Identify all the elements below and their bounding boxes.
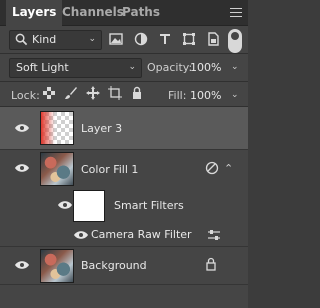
divider <box>0 81 248 82</box>
smart-object-filter-icon[interactable] <box>206 32 220 46</box>
shape-layer-filter-icon[interactable] <box>182 32 196 46</box>
lock-transparent-pixels-icon[interactable] <box>43 87 55 99</box>
visibility-eye-icon[interactable] <box>15 123 29 133</box>
opacity-label: Opacity: <box>147 61 193 74</box>
visibility-eye-icon[interactable] <box>15 163 29 173</box>
filter-kind-label: Kind <box>32 33 57 46</box>
layer-thumbnail <box>40 111 74 145</box>
layer-thumbnail <box>40 249 74 283</box>
lock-label: Lock: <box>11 89 40 102</box>
layer-name[interactable]: Layer 3 <box>81 122 122 135</box>
lock-position-move-icon[interactable] <box>86 86 100 100</box>
blend-mode-dropdown[interactable]: Soft Light ⌄ <box>9 58 142 78</box>
fill-input[interactable]: 100% <box>190 89 221 102</box>
divider <box>0 53 248 54</box>
layer-row-layer-3[interactable]: Layer 3 <box>0 107 248 149</box>
tab-paths[interactable]: Paths <box>122 0 160 25</box>
layers-panel: Layers Channels Paths Kind ⌄ Soft Light … <box>0 0 248 308</box>
filter-toggle-switch[interactable] <box>228 29 242 53</box>
layer-name[interactable]: Background <box>81 259 147 272</box>
pixel-layer-filter-icon[interactable] <box>109 32 123 46</box>
layer-name[interactable]: Color Fill 1 <box>81 163 138 176</box>
visibility-eye-icon[interactable] <box>74 230 88 240</box>
lock-artboard-icon[interactable] <box>108 86 122 100</box>
blend-mode-value: Soft Light <box>16 61 69 74</box>
lock-icon <box>206 257 216 271</box>
filter-kind-dropdown[interactable]: Kind ⌄ <box>9 30 102 50</box>
fill-label: Fill: <box>168 89 187 102</box>
smart-filter-mask-thumbnail <box>73 190 105 222</box>
smart-filters-row[interactable]: Smart Filters <box>0 187 248 224</box>
panel-tab-bar: Layers Channels Paths <box>0 0 248 26</box>
filter-row-camera-raw[interactable]: Camera Raw Filter <box>0 224 248 246</box>
opacity-chevron-icon[interactable]: ⌄ <box>231 62 239 72</box>
fill-chevron-icon[interactable]: ⌄ <box>231 90 239 100</box>
tab-layers[interactable]: Layers <box>6 0 63 26</box>
lock-all-icon[interactable] <box>130 86 144 100</box>
smart-filters-label: Smart Filters <box>114 199 184 212</box>
visibility-eye-icon[interactable] <box>58 200 72 210</box>
chevron-up-icon[interactable]: ⌃ <box>224 162 233 175</box>
visibility-eye-icon[interactable] <box>15 260 29 270</box>
lock-image-pixels-brush-icon[interactable] <box>64 86 78 100</box>
layer-thumbnail <box>40 152 74 186</box>
type-layer-filter-icon[interactable] <box>158 32 172 46</box>
chevron-down-icon: ⌄ <box>88 34 96 44</box>
chevron-down-icon: ⌄ <box>128 62 136 72</box>
opacity-input[interactable]: 100% <box>190 61 221 74</box>
divider <box>0 284 248 285</box>
search-icon <box>15 33 28 46</box>
layer-row-color-fill-1[interactable]: Color Fill 1 ⌃ <box>0 150 248 187</box>
tab-channels[interactable]: Channels <box>62 0 124 25</box>
filter-name[interactable]: Camera Raw Filter <box>91 228 192 241</box>
layer-row-background[interactable]: Background <box>0 247 248 284</box>
filter-blending-options-icon[interactable] <box>207 228 221 242</box>
smart-object-badge-icon <box>205 161 219 175</box>
panel-menu-icon[interactable] <box>230 8 242 17</box>
adjustment-layer-filter-icon[interactable] <box>134 32 148 46</box>
